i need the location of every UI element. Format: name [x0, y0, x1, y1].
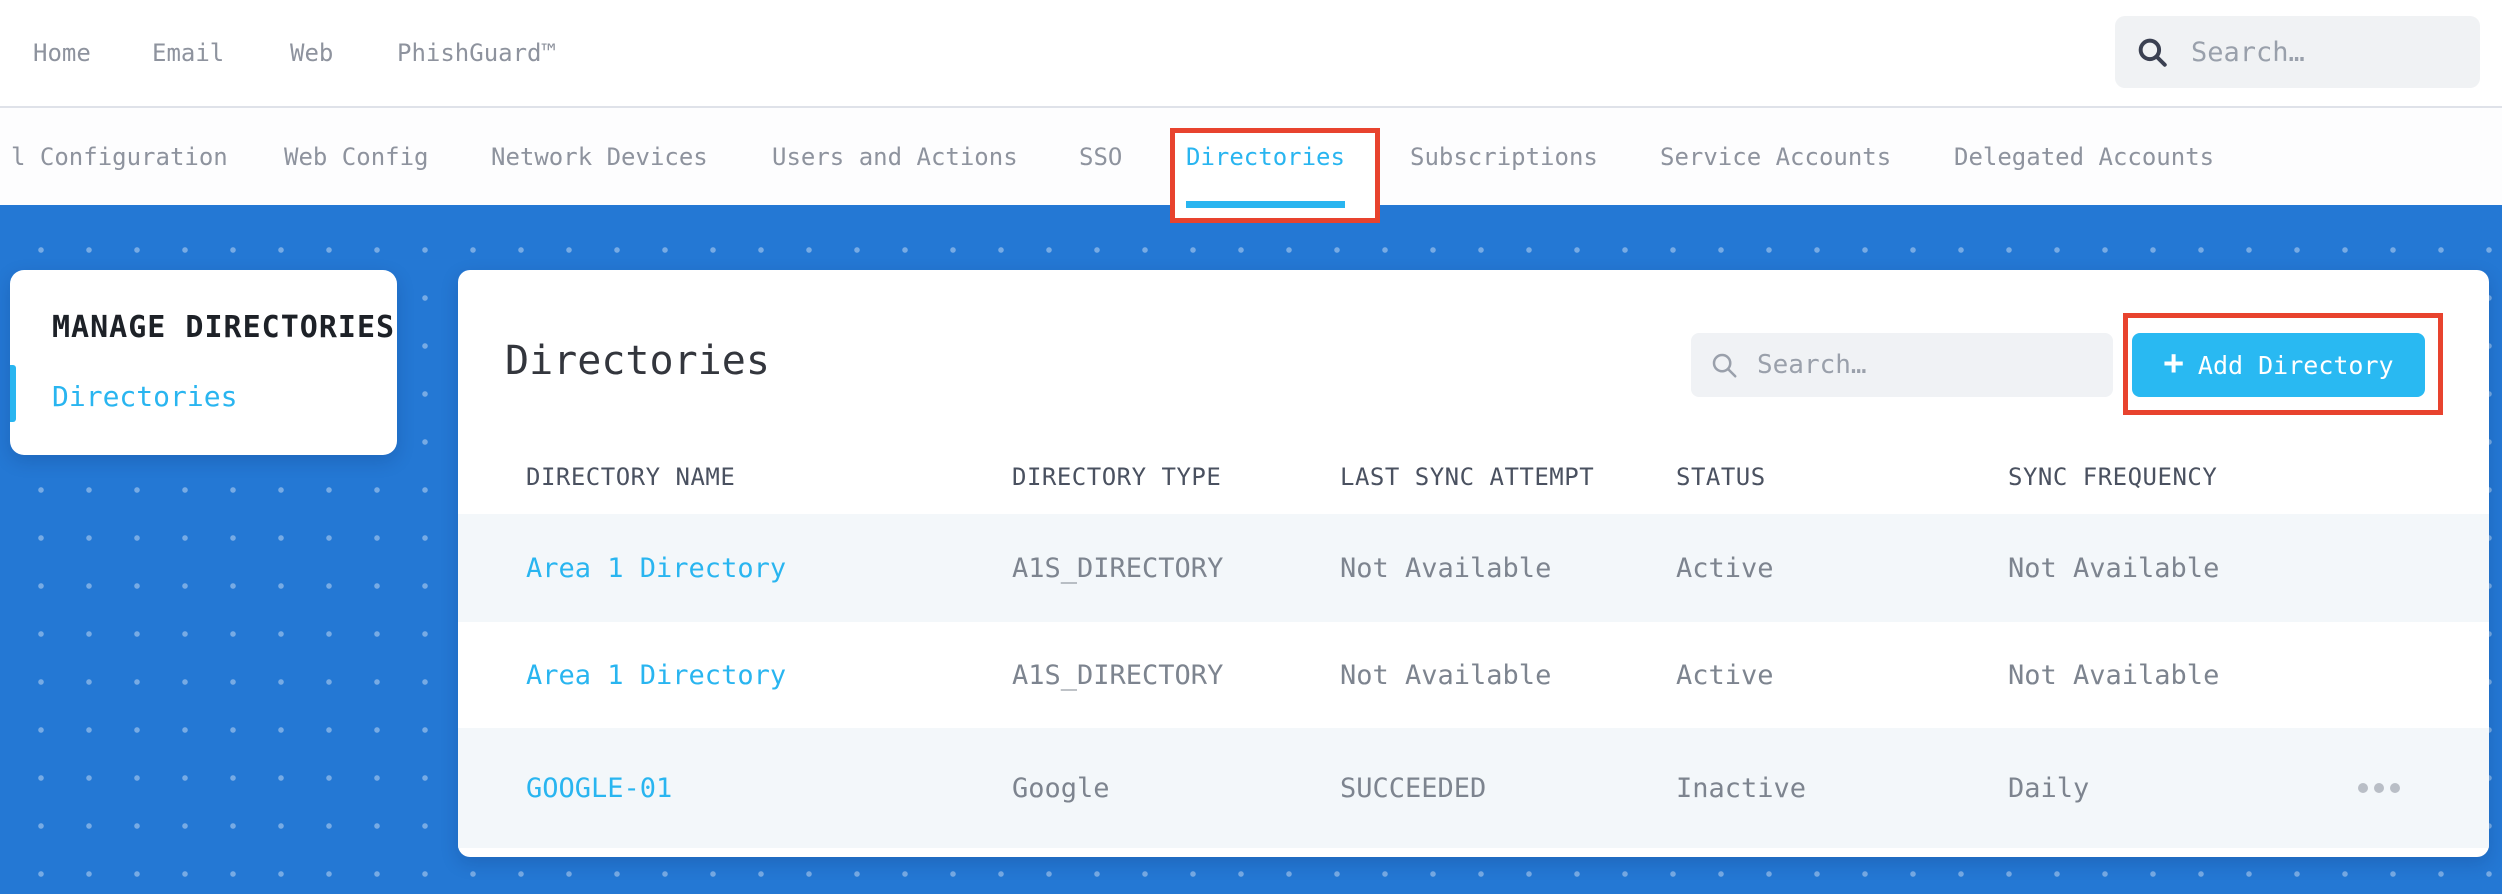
global-search-input[interactable] — [2191, 36, 2460, 68]
tab-network-devices[interactable]: Network Devices — [491, 108, 708, 205]
directories-search-box[interactable] — [1691, 333, 2113, 397]
col-status: STATUS — [1676, 463, 1766, 491]
directory-name-link[interactable]: Area 1 Directory — [526, 660, 1012, 691]
col-directory-name: DIRECTORY NAME — [526, 463, 736, 491]
directory-type-cell: A1S_DIRECTORY — [1012, 659, 1224, 691]
directories-search-input[interactable] — [1757, 350, 2095, 380]
tab-directories[interactable]: Directories — [1170, 108, 1380, 223]
status-cell: Active — [1676, 659, 1774, 691]
plus-icon: + — [2163, 343, 2184, 383]
col-directory-type: DIRECTORY TYPE — [1012, 463, 1222, 491]
search-icon — [2138, 38, 2167, 67]
tab-subscriptions[interactable]: Subscriptions — [1410, 108, 1598, 205]
tab-service-accounts[interactable]: Service Accounts — [1660, 108, 1891, 205]
top-nav-email[interactable]: Email — [152, 0, 224, 106]
col-sync-frequency: SYNC FREQUENCY — [2008, 463, 2218, 491]
status-cell: Inactive — [1676, 772, 1807, 804]
directory-type-cell: A1S_DIRECTORY — [1012, 552, 1224, 584]
top-nav-phishguard[interactable]: PhishGuard™ — [397, 0, 556, 106]
card-title: MANAGE DIRECTORIES — [52, 310, 396, 345]
sidebar-item-directories[interactable]: Directories — [52, 380, 237, 413]
page-title: Directories — [505, 338, 770, 384]
tab-email-configuration[interactable]: l Configuration — [11, 108, 228, 205]
sync-frequency-cell: Daily — [2008, 772, 2090, 804]
table-row[interactable]: GOOGLE-01 Google SUCCEEDED Inactive Dail… — [458, 728, 2489, 848]
tab-users-and-actions[interactable]: Users and Actions — [772, 108, 1018, 205]
active-item-indicator-bar — [10, 365, 16, 422]
directories-panel: Directories + Add Directory DIRECTORY NA… — [458, 270, 2489, 857]
workspace-background: MANAGE DIRECTORIES Directories Directori… — [0, 205, 2502, 894]
col-last-sync-attempt: LAST SYNC ATTEMPT — [1340, 463, 1595, 491]
directory-type-cell: Google — [1012, 772, 1110, 804]
last-sync-cell: Not Available — [1340, 659, 1552, 691]
search-icon — [1712, 353, 1737, 378]
global-search-box[interactable] — [2115, 16, 2480, 88]
tab-sso[interactable]: SSO — [1079, 108, 1122, 205]
directory-name-link[interactable]: GOOGLE-01 — [526, 773, 1012, 804]
table-header-row: DIRECTORY NAME DIRECTORY TYPE LAST SYNC … — [458, 440, 2489, 514]
tab-web-config[interactable]: Web Config — [284, 108, 429, 205]
settings-tab-bar: l Configuration Web Config Network Devic… — [0, 108, 2502, 223]
sync-frequency-cell: Not Available — [2008, 659, 2220, 691]
table-row[interactable]: Area 1 Directory A1S_DIRECTORY Not Avail… — [458, 514, 2489, 622]
top-nav-web[interactable]: Web — [290, 0, 333, 106]
app-screen: Home Email Web PhishGuard™ l Configurati… — [0, 0, 2502, 894]
add-directory-label: Add Directory — [2197, 350, 2394, 380]
add-directory-button[interactable]: + Add Directory — [2132, 333, 2425, 397]
manage-directories-card: MANAGE DIRECTORIES Directories — [10, 270, 397, 455]
active-tab-underline — [1186, 201, 1345, 208]
status-cell: Active — [1676, 552, 1774, 584]
top-nav-home[interactable]: Home — [33, 0, 91, 106]
tab-delegated-accounts[interactable]: Delegated Accounts — [1954, 108, 2214, 205]
row-actions-menu-icon[interactable] — [2358, 783, 2400, 793]
last-sync-cell: SUCCEEDED — [1340, 772, 1487, 804]
directory-name-link[interactable]: Area 1 Directory — [526, 553, 1012, 584]
sync-frequency-cell: Not Available — [2008, 552, 2220, 584]
table-row[interactable]: Area 1 Directory A1S_DIRECTORY Not Avail… — [458, 622, 2489, 728]
last-sync-cell: Not Available — [1340, 552, 1552, 584]
top-nav-bar: Home Email Web PhishGuard™ — [0, 0, 2502, 108]
